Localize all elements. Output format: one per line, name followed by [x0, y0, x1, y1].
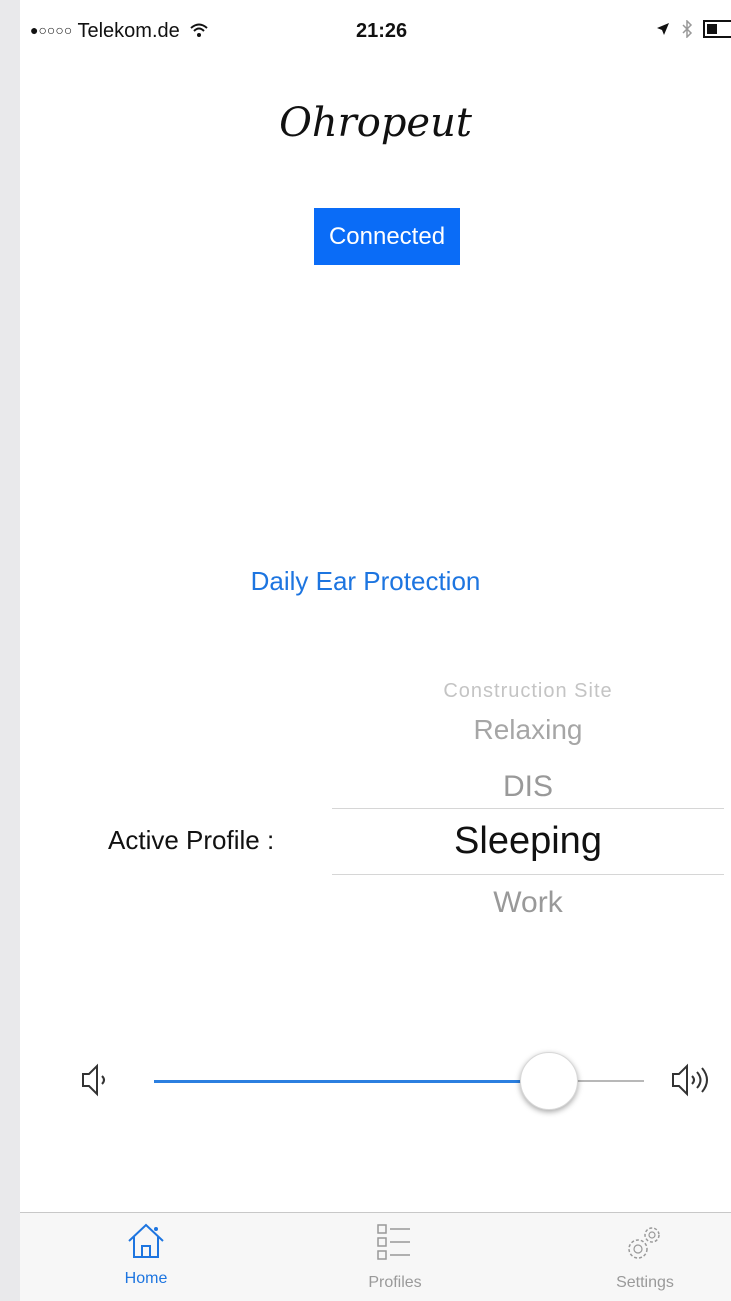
tab-profiles-label: Profiles [368, 1274, 422, 1291]
profile-picker[interactable]: Construction Site Relaxing DIS Sleeping … [332, 650, 724, 940]
picker-item-faded [332, 662, 724, 678]
picker-item[interactable]: Work [332, 886, 724, 920]
phone-screen: ●○○○○ Telekom.de 21:26 Ohropeut Connecte… [20, 0, 731, 1301]
speaker-high-icon [672, 1063, 708, 1097]
picker-item[interactable]: Construction Site [332, 680, 724, 703]
tab-home[interactable]: Home [66, 1221, 226, 1288]
status-bar: ●○○○○ Telekom.de 21:26 [20, 0, 731, 60]
connection-status-button[interactable]: Connected [314, 208, 460, 265]
volume-slider-thumb[interactable] [520, 1052, 578, 1110]
tab-settings[interactable]: Settings [565, 1221, 725, 1292]
battery-icon [703, 20, 731, 38]
picker-item[interactable]: DIS [332, 770, 724, 804]
daily-ear-protection-link[interactable]: Daily Ear Protection [20, 566, 731, 597]
signal-strength: ●○○○○ [30, 22, 73, 38]
tab-bar: Home Profiles Settings [20, 1212, 731, 1301]
app-title: Ohropeut [279, 100, 472, 146]
tab-profiles[interactable]: Profiles [315, 1221, 475, 1292]
wifi-icon [190, 23, 208, 37]
picker-selection-bottom-line [332, 874, 724, 875]
picker-selection-top-line [332, 808, 724, 809]
bluetooth-icon [682, 19, 692, 39]
active-profile-label: Active Profile : [108, 825, 275, 855]
location-arrow-icon [657, 23, 670, 35]
volume-slider[interactable] [80, 1050, 720, 1110]
gear-icon [628, 1227, 660, 1259]
list-icon [377, 1224, 410, 1260]
speaker-low-icon [82, 1063, 105, 1097]
status-icons [656, 19, 731, 44]
tab-home-label: Home [124, 1270, 168, 1287]
carrier-name: Telekom.de [77, 20, 180, 42]
status-time: 21:26 [356, 20, 408, 42]
carrier-info: ●○○○○ Telekom.de [30, 20, 209, 43]
home-icon [128, 1223, 164, 1258]
picker-item[interactable]: Relaxing [332, 714, 724, 746]
tab-settings-label: Settings [616, 1274, 674, 1291]
picker-item-selected[interactable]: Sleeping [332, 820, 724, 863]
volume-track-filled [154, 1080, 554, 1083]
